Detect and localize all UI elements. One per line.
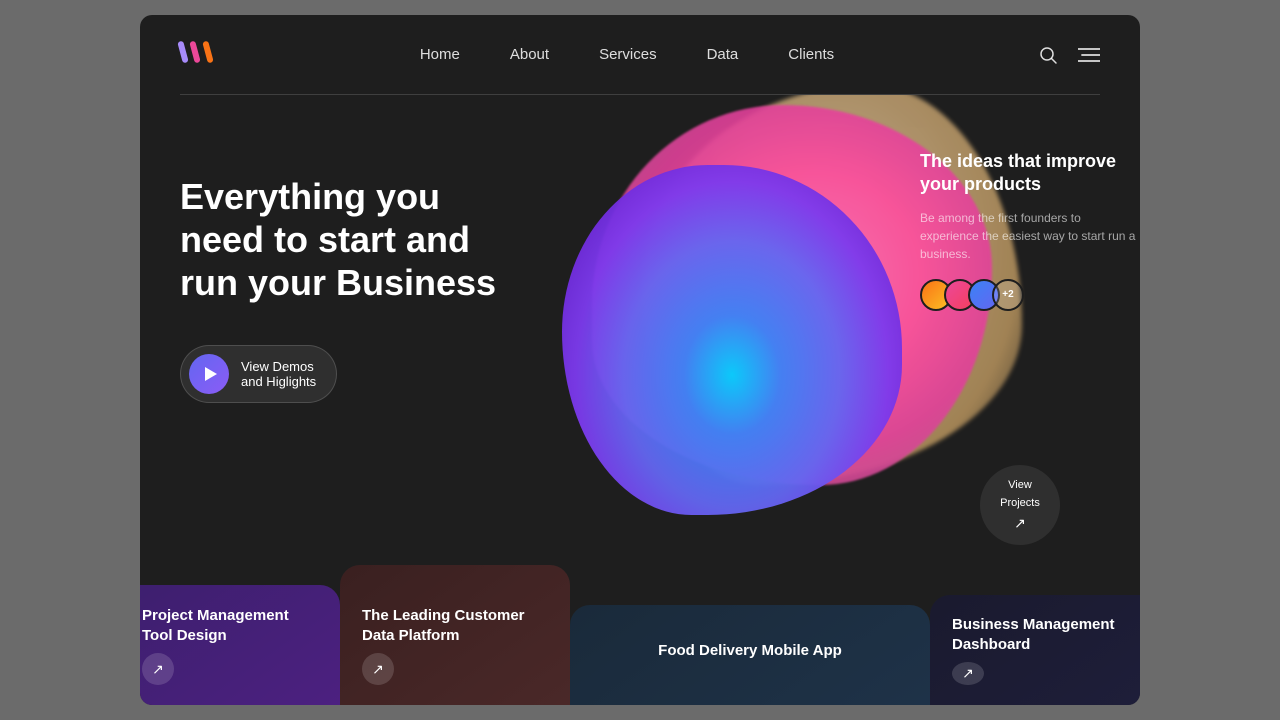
- bottom-cards: Project Management Tool Design ↗ The Lea…: [140, 545, 1140, 705]
- arrow-icon: ↗: [1014, 514, 1026, 532]
- nav-links: Home About Services Data Clients: [420, 46, 834, 64]
- card-business-management[interactable]: Business Management Dashboard ↗: [930, 595, 1140, 705]
- card-customer-data-arrow: ↗: [362, 653, 394, 685]
- menu-button[interactable]: [1078, 47, 1100, 63]
- card-business-mgmt-title: Business Management Dashboard: [952, 615, 1138, 654]
- view-projects-line2: Projects: [1000, 496, 1040, 510]
- play-icon-circle: [189, 354, 229, 394]
- view-demos-label: View Demos and Higlights: [241, 359, 316, 389]
- logo-slash-2: [190, 41, 201, 64]
- search-button[interactable]: [1038, 45, 1058, 65]
- card-project-mgmt-title: Project Management Tool Design: [142, 606, 318, 645]
- nav-item-services[interactable]: Services: [599, 46, 657, 64]
- avatars-group: +2: [920, 279, 1140, 311]
- search-icon: [1038, 45, 1058, 65]
- navbar: Home About Services Data Clients: [140, 15, 1140, 95]
- hero-heading: Everything you need to start and run you…: [180, 175, 520, 305]
- card-customer-data-title: The Leading Customer Data Platform: [362, 606, 548, 645]
- nav-item-clients[interactable]: Clients: [788, 46, 834, 64]
- nav-actions: [1038, 45, 1100, 65]
- card-project-management[interactable]: Project Management Tool Design ↗: [140, 585, 340, 705]
- nav-item-data[interactable]: Data: [707, 46, 739, 64]
- menu-icon: [1078, 47, 1100, 63]
- card-food-delivery[interactable]: Food Delivery Mobile App: [570, 605, 930, 705]
- play-triangle-icon: [205, 367, 217, 381]
- nav-item-home[interactable]: Home: [420, 46, 460, 64]
- view-demos-button[interactable]: View Demos and Higlights: [180, 345, 337, 403]
- card-project-mgmt-arrow: ↗: [142, 653, 174, 685]
- logo-slash-3: [202, 41, 213, 64]
- right-card-description: Be among the first founders to experienc…: [920, 209, 1140, 263]
- right-card-title: The ideas that improve your products: [920, 150, 1140, 197]
- cta-line1: View Demos: [241, 359, 314, 374]
- logo: [180, 41, 216, 69]
- card-food-delivery-title: Food Delivery Mobile App: [658, 641, 842, 661]
- nav-item-about[interactable]: About: [510, 46, 549, 64]
- right-info-card: The ideas that improve your products Be …: [920, 150, 1140, 311]
- cta-line2: and Higlights: [241, 374, 316, 389]
- logo-icon: [180, 41, 216, 69]
- browser-window: Home About Services Data Clients: [140, 15, 1140, 705]
- hero-section: Everything you need to start and run you…: [140, 95, 1140, 705]
- logo-slash-1: [177, 41, 188, 64]
- card-business-mgmt-arrow: ↗: [952, 662, 984, 685]
- avatar-count: +2: [992, 279, 1024, 311]
- card-customer-data[interactable]: The Leading Customer Data Platform ↗: [340, 565, 570, 705]
- view-projects-line1: View: [1008, 478, 1032, 492]
- hero-text: Everything you need to start and run you…: [180, 125, 520, 403]
- view-projects-button[interactable]: View Projects ↗: [980, 465, 1060, 545]
